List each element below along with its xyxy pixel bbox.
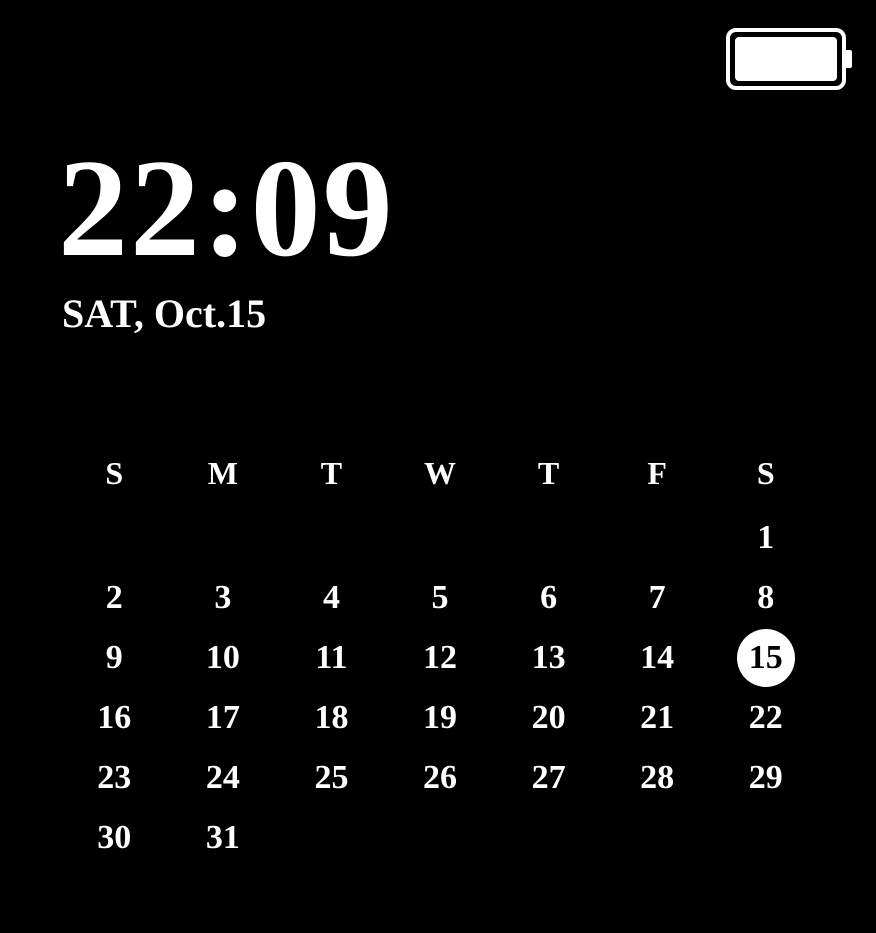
clock-date: SAT, Oct.15 [62, 290, 266, 337]
calendar-day[interactable]: 26 [386, 748, 495, 808]
calendar-day-number: 16 [85, 689, 143, 747]
calendar-day-number: 3 [194, 569, 252, 627]
calendar-day[interactable] [494, 808, 603, 868]
calendar-day[interactable]: 28 [603, 748, 712, 808]
weekday-thu: T [494, 438, 603, 508]
calendar-day-number: 25 [302, 749, 360, 807]
calendar-day-number: 15 [737, 629, 795, 687]
calendar-day[interactable]: 12 [386, 628, 495, 688]
calendar-day-number: 12 [411, 629, 469, 687]
calendar-day-number: 19 [411, 689, 469, 747]
calendar-row: 16 17 18 19 20 21 22 [60, 688, 820, 748]
calendar-day[interactable]: 29 [711, 748, 820, 808]
calendar-day-number: 20 [520, 689, 578, 747]
calendar-day-number: 2 [85, 569, 143, 627]
battery-icon [726, 28, 846, 90]
calendar-day-number: 4 [302, 569, 360, 627]
calendar-row: 30 31 [60, 808, 820, 868]
calendar-day-number: 18 [302, 689, 360, 747]
calendar-day[interactable]: 2 [60, 568, 169, 628]
calendar-day[interactable]: 25 [277, 748, 386, 808]
calendar-day[interactable]: 31 [169, 808, 278, 868]
weekday-sat: S [711, 438, 820, 508]
calendar-day[interactable] [386, 508, 495, 568]
calendar-day[interactable]: 21 [603, 688, 712, 748]
calendar-day-number: 28 [628, 749, 686, 807]
calendar-day[interactable]: 24 [169, 748, 278, 808]
calendar-day-number: 24 [194, 749, 252, 807]
calendar-day[interactable]: 17 [169, 688, 278, 748]
weekday-fri: F [603, 438, 712, 508]
calendar-day[interactable] [386, 808, 495, 868]
weekday-mon: M [169, 438, 278, 508]
calendar-day[interactable] [169, 508, 278, 568]
calendar-day-number: 27 [520, 749, 578, 807]
calendar-day[interactable]: 22 [711, 688, 820, 748]
calendar-day-number: 14 [628, 629, 686, 687]
clock-time: 22:09 [58, 128, 395, 289]
calendar-day[interactable]: 4 [277, 568, 386, 628]
calendar-day[interactable]: 16 [60, 688, 169, 748]
calendar-day[interactable]: 11 [277, 628, 386, 688]
calendar-day-number: 26 [411, 749, 469, 807]
calendar-day-number: 17 [194, 689, 252, 747]
calendar-day-number: 21 [628, 689, 686, 747]
calendar-header-row: S M T W T F S [60, 438, 820, 508]
calendar-day-number: 30 [85, 809, 143, 867]
calendar-day[interactable]: 5 [386, 568, 495, 628]
calendar-day-number: 9 [85, 629, 143, 687]
calendar-row: 23 24 25 26 27 28 29 [60, 748, 820, 808]
calendar-day[interactable] [494, 508, 603, 568]
calendar-row: 1 [60, 508, 820, 568]
calendar-day-number: 7 [628, 569, 686, 627]
weekday-sun: S [60, 438, 169, 508]
weekday-tue: T [277, 438, 386, 508]
calendar-row: 9 10 11 12 13 14 15 [60, 628, 820, 688]
calendar-day[interactable]: 27 [494, 748, 603, 808]
battery-fill [735, 37, 837, 81]
calendar-day[interactable]: 18 [277, 688, 386, 748]
calendar-day[interactable]: 9 [60, 628, 169, 688]
calendar-day[interactable]: 15 [711, 628, 820, 688]
calendar-day-number: 8 [737, 569, 795, 627]
calendar-day[interactable]: 7 [603, 568, 712, 628]
calendar-day-number: 23 [85, 749, 143, 807]
calendar-day[interactable]: 13 [494, 628, 603, 688]
calendar-day[interactable]: 30 [60, 808, 169, 868]
calendar-day[interactable] [603, 508, 712, 568]
calendar-day-number: 31 [194, 809, 252, 867]
calendar-day[interactable] [711, 808, 820, 868]
calendar-day-number: 13 [520, 629, 578, 687]
calendar-day[interactable]: 19 [386, 688, 495, 748]
calendar-day-number: 11 [302, 629, 360, 687]
weekday-wed: W [386, 438, 495, 508]
calendar-day[interactable] [603, 808, 712, 868]
calendar-day-number: 5 [411, 569, 469, 627]
calendar-day[interactable]: 3 [169, 568, 278, 628]
calendar-day[interactable] [277, 808, 386, 868]
calendar-day[interactable]: 10 [169, 628, 278, 688]
calendar-day[interactable] [60, 508, 169, 568]
calendar-row: 2345678 [60, 568, 820, 628]
calendar-day[interactable]: 14 [603, 628, 712, 688]
calendar-day-number: 22 [737, 689, 795, 747]
calendar-day[interactable]: 20 [494, 688, 603, 748]
calendar-day[interactable]: 23 [60, 748, 169, 808]
calendar-day[interactable]: 6 [494, 568, 603, 628]
calendar-day[interactable]: 8 [711, 568, 820, 628]
calendar-day[interactable] [277, 508, 386, 568]
calendar: S M T W T F S 12345678910111213141516171… [60, 438, 820, 868]
calendar-day[interactable]: 1 [711, 508, 820, 568]
calendar-day-number: 29 [737, 749, 795, 807]
calendar-day-number: 10 [194, 629, 252, 687]
calendar-day-number: 1 [737, 509, 795, 567]
calendar-day-number: 6 [520, 569, 578, 627]
